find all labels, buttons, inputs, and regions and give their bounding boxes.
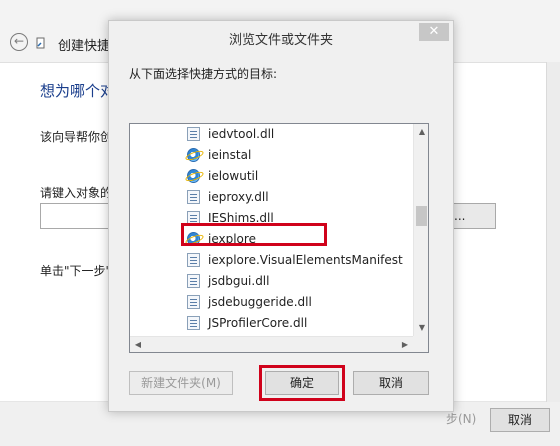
file-icon (187, 295, 200, 309)
file-icon (187, 190, 200, 204)
vertical-scrollbar[interactable]: ▲ ▼ (413, 124, 428, 336)
browse-dialog: 浏览文件或文件夹 ✕ 从下面选择快捷方式的目标: iedvtool.dll ie… (108, 20, 454, 412)
location-input[interactable] (40, 203, 110, 229)
wizard-heading: 想为哪个对 (40, 82, 116, 100)
item-label: ieinstal (208, 148, 252, 162)
file-icon (187, 316, 200, 330)
back-arrow-button[interactable]: ← (10, 33, 28, 51)
ie-icon (187, 148, 200, 162)
scroll-down-icon[interactable]: ▼ (414, 320, 428, 336)
scroll-right-icon[interactable]: ▶ (397, 337, 413, 352)
next-hint-text: 单击"下一步" (40, 264, 112, 278)
ok-highlight (259, 365, 345, 401)
location-label: 请键入对象的 (40, 186, 113, 200)
list-item[interactable]: ielowutil (130, 166, 414, 187)
horizontal-scrollbar[interactable]: ◀ ▶ (130, 336, 413, 352)
list-item[interactable]: jsdbgui.dll (130, 271, 414, 292)
list-item[interactable]: jsdebuggeride.dll (130, 292, 414, 313)
dialog-cancel-button[interactable]: 取消 (353, 371, 429, 395)
list-item[interactable]: ieinstal (130, 145, 414, 166)
dialog-close-button[interactable]: ✕ (419, 23, 449, 41)
item-label: iedvtool.dll (208, 127, 275, 141)
dialog-prompt: 从下面选择快捷方式的目标: (129, 67, 278, 81)
dialog-title: 浏览文件或文件夹 (228, 33, 333, 48)
scroll-thumb[interactable] (416, 206, 427, 226)
wizard-right-edge (546, 62, 560, 402)
list-item[interactable]: iexplore.VisualElementsManifest (130, 250, 414, 271)
scroll-up-icon[interactable]: ▲ (414, 124, 428, 140)
list-item[interactable]: ieproxy.dll (130, 187, 414, 208)
ie-icon (187, 169, 200, 183)
scrollbar-corner (413, 336, 428, 352)
file-icon (187, 127, 200, 141)
iexplore-highlight (181, 223, 327, 246)
new-folder-button[interactable]: 新建文件夹(M) (129, 371, 233, 395)
wizard-cancel-button[interactable]: 取消 (490, 408, 550, 432)
item-label: ielowutil (208, 169, 259, 183)
list-item[interactable]: JSProfilerCore.dll (130, 313, 414, 334)
wizard-description: 该向导帮你创 (40, 130, 113, 144)
list-item[interactable]: iedvtool.dll (130, 124, 414, 145)
file-icon (187, 274, 200, 288)
shortcut-icon (36, 37, 45, 49)
item-label: jsdbgui.dll (208, 274, 270, 288)
wizard-title: 创建快捷 (58, 39, 111, 54)
item-label: JSProfilerCore.dll (208, 316, 308, 330)
file-tree[interactable]: iedvtool.dll ieinstal ielowutil ieproxy.… (129, 123, 429, 353)
scroll-left-icon[interactable]: ◀ (130, 337, 146, 352)
item-label: ieproxy.dll (208, 190, 269, 204)
item-label: iexplore.VisualElementsManifest (208, 253, 403, 267)
item-label: jsdebuggeride.dll (208, 295, 312, 309)
file-icon (187, 253, 200, 267)
